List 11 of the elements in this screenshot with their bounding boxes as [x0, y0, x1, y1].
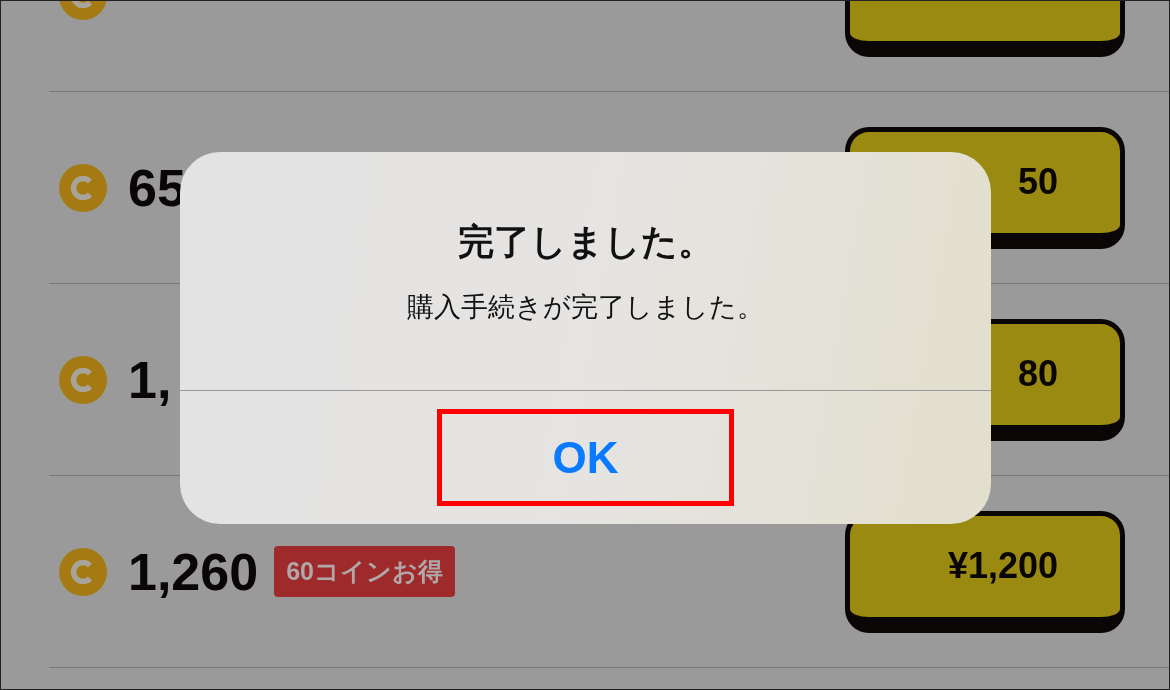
- coin-icon: [59, 163, 107, 212]
- coin-amount: 1,: [128, 349, 172, 410]
- coin-amount: 1,260: [128, 541, 259, 602]
- alert-title: 完了しました。: [457, 220, 714, 264]
- coin-icon: [59, 355, 107, 404]
- price-button[interactable]: ¥1,200: [845, 510, 1125, 633]
- bonus-badge: 60コインお得: [274, 546, 455, 597]
- coin-icon: [59, 547, 107, 596]
- coin-amount: 65: [128, 157, 186, 218]
- alert-message: 購入手続きが完了しました。: [407, 291, 764, 324]
- ok-button[interactable]: OK: [437, 409, 734, 506]
